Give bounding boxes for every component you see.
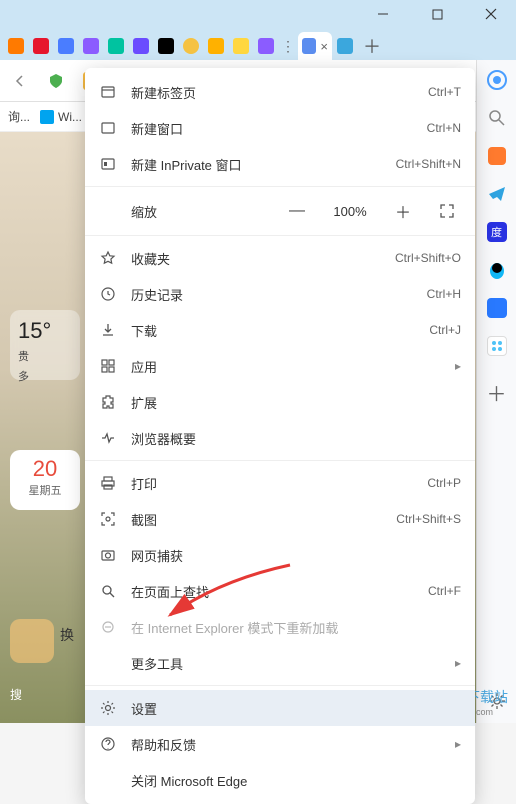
download-icon <box>99 322 117 338</box>
menu-help[interactable]: 帮助和反馈 ▸ <box>85 726 475 762</box>
menu-ie-mode: 在 Internet Explorer 模式下重新加载 <box>85 609 475 645</box>
shopping-icon[interactable] <box>485 144 509 168</box>
right-sidebar: 度 ＋ <box>476 60 516 723</box>
bookmark-item-2[interactable]: Wi... <box>40 110 82 124</box>
menu-new-inprivate[interactable]: 新建 InPrivate 窗口 Ctrl+Shift+N <box>85 146 475 182</box>
menu-favorites[interactable]: 收藏夹 Ctrl+Shift+O <box>85 240 475 276</box>
maximize-button[interactable] <box>420 0 454 28</box>
menu-extensions[interactable]: 扩展 <box>85 384 475 420</box>
chevron-right-icon: ▸ <box>455 656 461 670</box>
search-sidebar-icon[interactable] <box>485 106 509 130</box>
star-icon <box>99 250 117 266</box>
menu-new-window[interactable]: 新建窗口 Ctrl+N <box>85 110 475 146</box>
menu-find[interactable]: 在页面上查找 Ctrl+F <box>85 573 475 609</box>
print-icon <box>99 475 117 491</box>
help-icon <box>99 736 117 752</box>
mini-card-1[interactable] <box>10 619 54 663</box>
zoom-label: 缩放 <box>131 202 267 221</box>
chevron-right-icon: ▸ <box>455 737 461 751</box>
tab-10[interactable] <box>229 32 253 60</box>
tab-9[interactable] <box>204 32 228 60</box>
tab-1[interactable] <box>4 32 28 60</box>
zoom-in-button[interactable]: ＋ <box>387 197 419 225</box>
menu-separator <box>85 685 475 686</box>
copilot-icon[interactable] <box>485 68 509 92</box>
qq-icon[interactable] <box>485 258 509 282</box>
chevron-right-icon: ▸ <box>455 359 461 373</box>
back-button[interactable] <box>6 67 34 95</box>
menu-zoom-row: 缩放 — 100% ＋ <box>85 191 475 231</box>
tab-strip: ⋮ × ＋ <box>0 28 516 60</box>
date-weekday: 星期五 <box>16 482 74 498</box>
window-titlebar <box>0 0 516 28</box>
zoom-percent: 100% <box>327 204 373 219</box>
tab-active[interactable]: × <box>298 32 332 60</box>
date-number: 20 <box>16 456 74 482</box>
webcapture-icon <box>99 547 117 563</box>
menu-history[interactable]: 历史记录 Ctrl+H <box>85 276 475 312</box>
weather-loc1: 贵 <box>18 348 72 364</box>
tab-2[interactable] <box>29 32 53 60</box>
tab-7[interactable] <box>154 32 178 60</box>
new-window-icon <box>99 120 117 136</box>
menu-new-tab[interactable]: 新建标签页 Ctrl+T <box>85 74 475 110</box>
date-widget[interactable]: 20 星期五 <box>10 450 80 510</box>
extension-icon <box>99 394 117 410</box>
menu-downloads[interactable]: 下载 Ctrl+J <box>85 312 475 348</box>
menu-separator <box>85 460 475 461</box>
tab-11[interactable] <box>254 32 278 60</box>
tab-5[interactable] <box>104 32 128 60</box>
bookmark-item-1[interactable]: 询... <box>8 108 30 125</box>
app-icon-1[interactable] <box>485 296 509 320</box>
new-tab-button[interactable]: ＋ <box>358 32 386 60</box>
menu-more-tools[interactable]: 更多工具 ▸ <box>85 645 475 681</box>
more-menu: 新建标签页 Ctrl+T 新建窗口 Ctrl+N 新建 InPrivate 窗口… <box>85 68 475 804</box>
baidu-icon[interactable]: 度 <box>485 220 509 244</box>
swap-label: 换 <box>60 625 74 645</box>
tab-3[interactable] <box>54 32 78 60</box>
menu-settings[interactable]: 设置 <box>85 690 475 726</box>
tab-last[interactable] <box>333 32 357 60</box>
tab-4[interactable] <box>79 32 103 60</box>
shield-icon[interactable] <box>42 67 70 95</box>
tab-12[interactable]: ⋮ <box>279 32 297 60</box>
bottom-search-label: 搜 <box>10 686 22 703</box>
weather-loc2: 多 <box>18 368 72 384</box>
tab-6[interactable] <box>129 32 153 60</box>
weather-temp: 15° <box>18 318 72 344</box>
gear-icon <box>99 700 117 716</box>
weather-widget[interactable]: 15° 贵 多 <box>10 310 80 380</box>
minimize-button[interactable] <box>366 0 400 28</box>
menu-separator <box>85 186 475 187</box>
apps-icon <box>99 358 117 374</box>
tab-close-icon[interactable]: × <box>320 39 328 54</box>
app-icon-2[interactable] <box>485 334 509 358</box>
inprivate-icon <box>99 156 117 172</box>
zoom-out-button[interactable]: — <box>281 197 313 225</box>
menu-screenshot[interactable]: 截图 Ctrl+Shift+S <box>85 501 475 537</box>
telegram-icon[interactable] <box>485 182 509 206</box>
new-tab-icon <box>99 84 117 100</box>
close-button[interactable] <box>474 0 508 28</box>
screenshot-icon <box>99 511 117 527</box>
menu-separator <box>85 235 475 236</box>
history-icon <box>99 286 117 302</box>
paw-icon <box>302 38 316 54</box>
menu-close-edge[interactable]: 关闭 Microsoft Edge <box>85 762 475 798</box>
ie-icon <box>99 619 117 635</box>
performance-icon <box>99 430 117 446</box>
menu-print[interactable]: 打印 Ctrl+P <box>85 465 475 501</box>
menu-performance[interactable]: 浏览器概要 <box>85 420 475 456</box>
sidebar-add-button[interactable]: ＋ <box>485 380 509 404</box>
find-icon <box>99 583 117 599</box>
bottom-widgets <box>10 619 54 663</box>
tab-8[interactable] <box>179 32 203 60</box>
fullscreen-button[interactable] <box>433 197 461 225</box>
menu-apps[interactable]: 应用 ▸ <box>85 348 475 384</box>
menu-webcapture[interactable]: 网页捕获 <box>85 537 475 573</box>
